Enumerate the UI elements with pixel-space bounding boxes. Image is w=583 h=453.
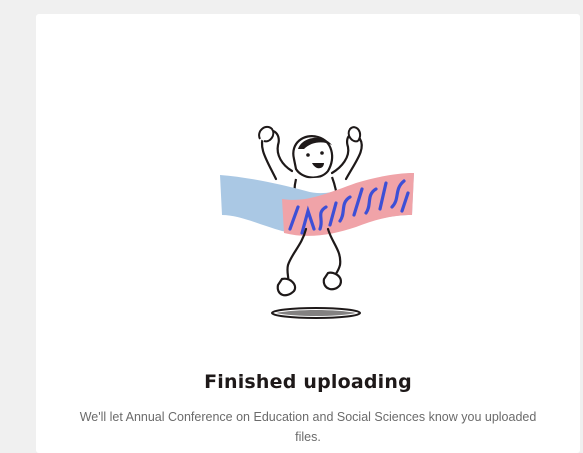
upload-confirmation-message: We'll let Annual Conference on Education… [36, 407, 580, 447]
upload-complete-card: Finished uploading We'll let Annual Conf… [36, 14, 580, 453]
celebrating-runner-illustration [220, 125, 414, 319]
page-title: Finished uploading [204, 371, 412, 393]
message-line: We'll let Annual Conference on Education… [79, 410, 537, 424]
message-line: files. [295, 430, 321, 444]
